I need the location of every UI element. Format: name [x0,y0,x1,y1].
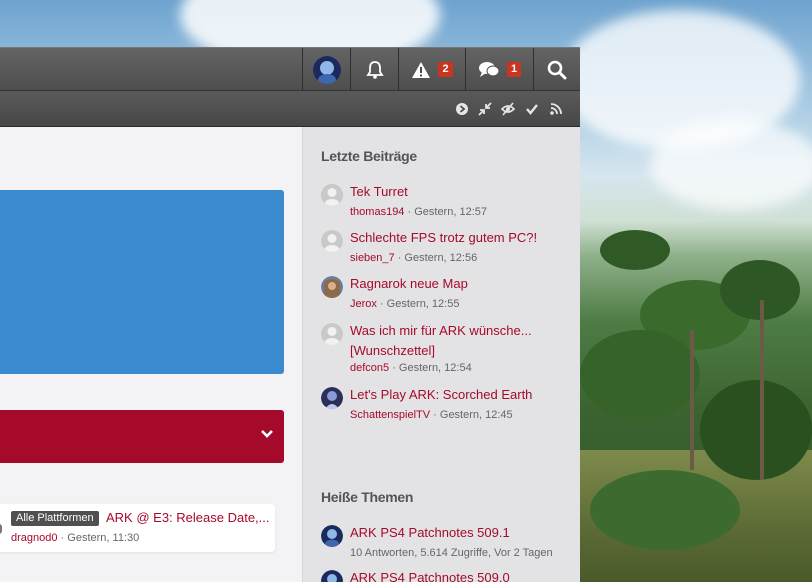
search-button[interactable] [533,48,580,91]
recent-post-author[interactable]: defcon5 [350,362,389,374]
check-icon[interactable] [525,102,539,116]
recent-post-title-line2[interactable]: [Wunschzettel] [350,341,435,361]
bell-icon [365,60,384,79]
recent-posts-heading: Letzte Beiträge [321,148,417,164]
avatar[interactable] [321,230,343,252]
main-content: Alle Plattformen ARK @ E3: Release Date,… [0,127,302,582]
recent-post-time: · Gestern, 12:56 [394,252,478,264]
recent-post-time: · Gestern, 12:54 [389,362,472,374]
section-header-bar[interactable] [0,410,284,463]
thread-author-link[interactable]: dragnod0 [11,532,58,544]
platform-tag: Alle Plattformen [11,511,99,526]
messages-button[interactable]: 1 [465,48,533,91]
thread-row[interactable]: Alle Plattformen ARK @ E3: Release Date,… [0,504,275,552]
featured-banner[interactable] [0,190,284,374]
recent-post-meta: defcon5 · Gestern, 12:54 [350,362,472,374]
recent-post-meta: thomas194 · Gestern, 12:57 [350,206,487,218]
recent-post-title[interactable]: Let's Play ARK: Scorched Earth [350,385,532,405]
avatar-edge [0,524,2,534]
top-nav-bar: 2 1 [0,47,580,91]
recent-post-title[interactable]: Schlechte FPS trotz gutem PC?! [350,228,537,248]
collapse-icon[interactable] [478,102,492,116]
sidebar: Letzte Beiträge Tek Turret thomas194 · G… [302,127,580,582]
hot-topic-title[interactable]: ARK PS4 Patchnotes 509.1 [350,523,510,543]
warnings-badge: 2 [438,62,453,77]
recent-post-time: · Gestern, 12:45 [430,409,513,421]
recent-post-title[interactable]: Tek Turret [350,182,408,202]
rss-icon[interactable] [549,102,563,116]
thread-meta: dragnod0 · Gestern, 11:30 [11,532,139,544]
arrow-right-circle-icon[interactable] [455,102,469,116]
recent-post-author[interactable]: sieben_7 [350,252,395,264]
user-menu-button[interactable] [302,48,350,91]
recent-post-meta: sieben_7 · Gestern, 12:56 [350,252,477,264]
thread-time: · Gestern, 11:30 [57,532,140,544]
messages-badge: 1 [506,62,522,77]
recent-post-author[interactable]: thomas194 [350,206,404,218]
hide-icon[interactable] [501,102,515,116]
recent-post-title[interactable]: Ragnarok neue Map [350,274,468,294]
sub-toolbar [0,91,580,127]
hot-topic-meta: 10 Antworten, 5.614 Zugriffe, Vor 2 Tage… [350,547,553,559]
user-avatar [312,55,341,84]
recent-post-time: · Gestern, 12:55 [376,298,460,310]
avatar[interactable] [321,570,343,582]
moderation-button[interactable]: 2 [398,48,465,91]
warning-icon [412,61,431,78]
avatar[interactable] [321,276,343,298]
recent-post-title[interactable]: Was ich mir für ARK wünsche... [350,321,532,341]
recent-post-meta: Jerox · Gestern, 12:55 [350,298,459,310]
recent-post-author[interactable]: Jerox [350,298,377,310]
avatar[interactable] [321,323,343,345]
recent-post-meta: SchattenspielTV · Gestern, 12:45 [350,409,513,421]
avatar[interactable] [321,525,343,547]
avatar[interactable] [321,387,343,409]
chevron-down-icon[interactable] [260,427,274,441]
hot-topic-title[interactable]: ARK PS4 Patchnotes 509.0 [350,568,510,582]
notifications-button[interactable] [350,48,398,91]
avatar[interactable] [321,184,343,206]
thread-title-link[interactable]: ARK @ E3: Release Date,... [106,510,270,525]
recent-post-author[interactable]: SchattenspielTV [350,409,430,421]
recent-post-time: · Gestern, 12:57 [404,206,487,218]
chat-icon [478,61,500,77]
hot-topics-heading: Heiße Themen [321,489,414,505]
search-icon [547,60,567,79]
